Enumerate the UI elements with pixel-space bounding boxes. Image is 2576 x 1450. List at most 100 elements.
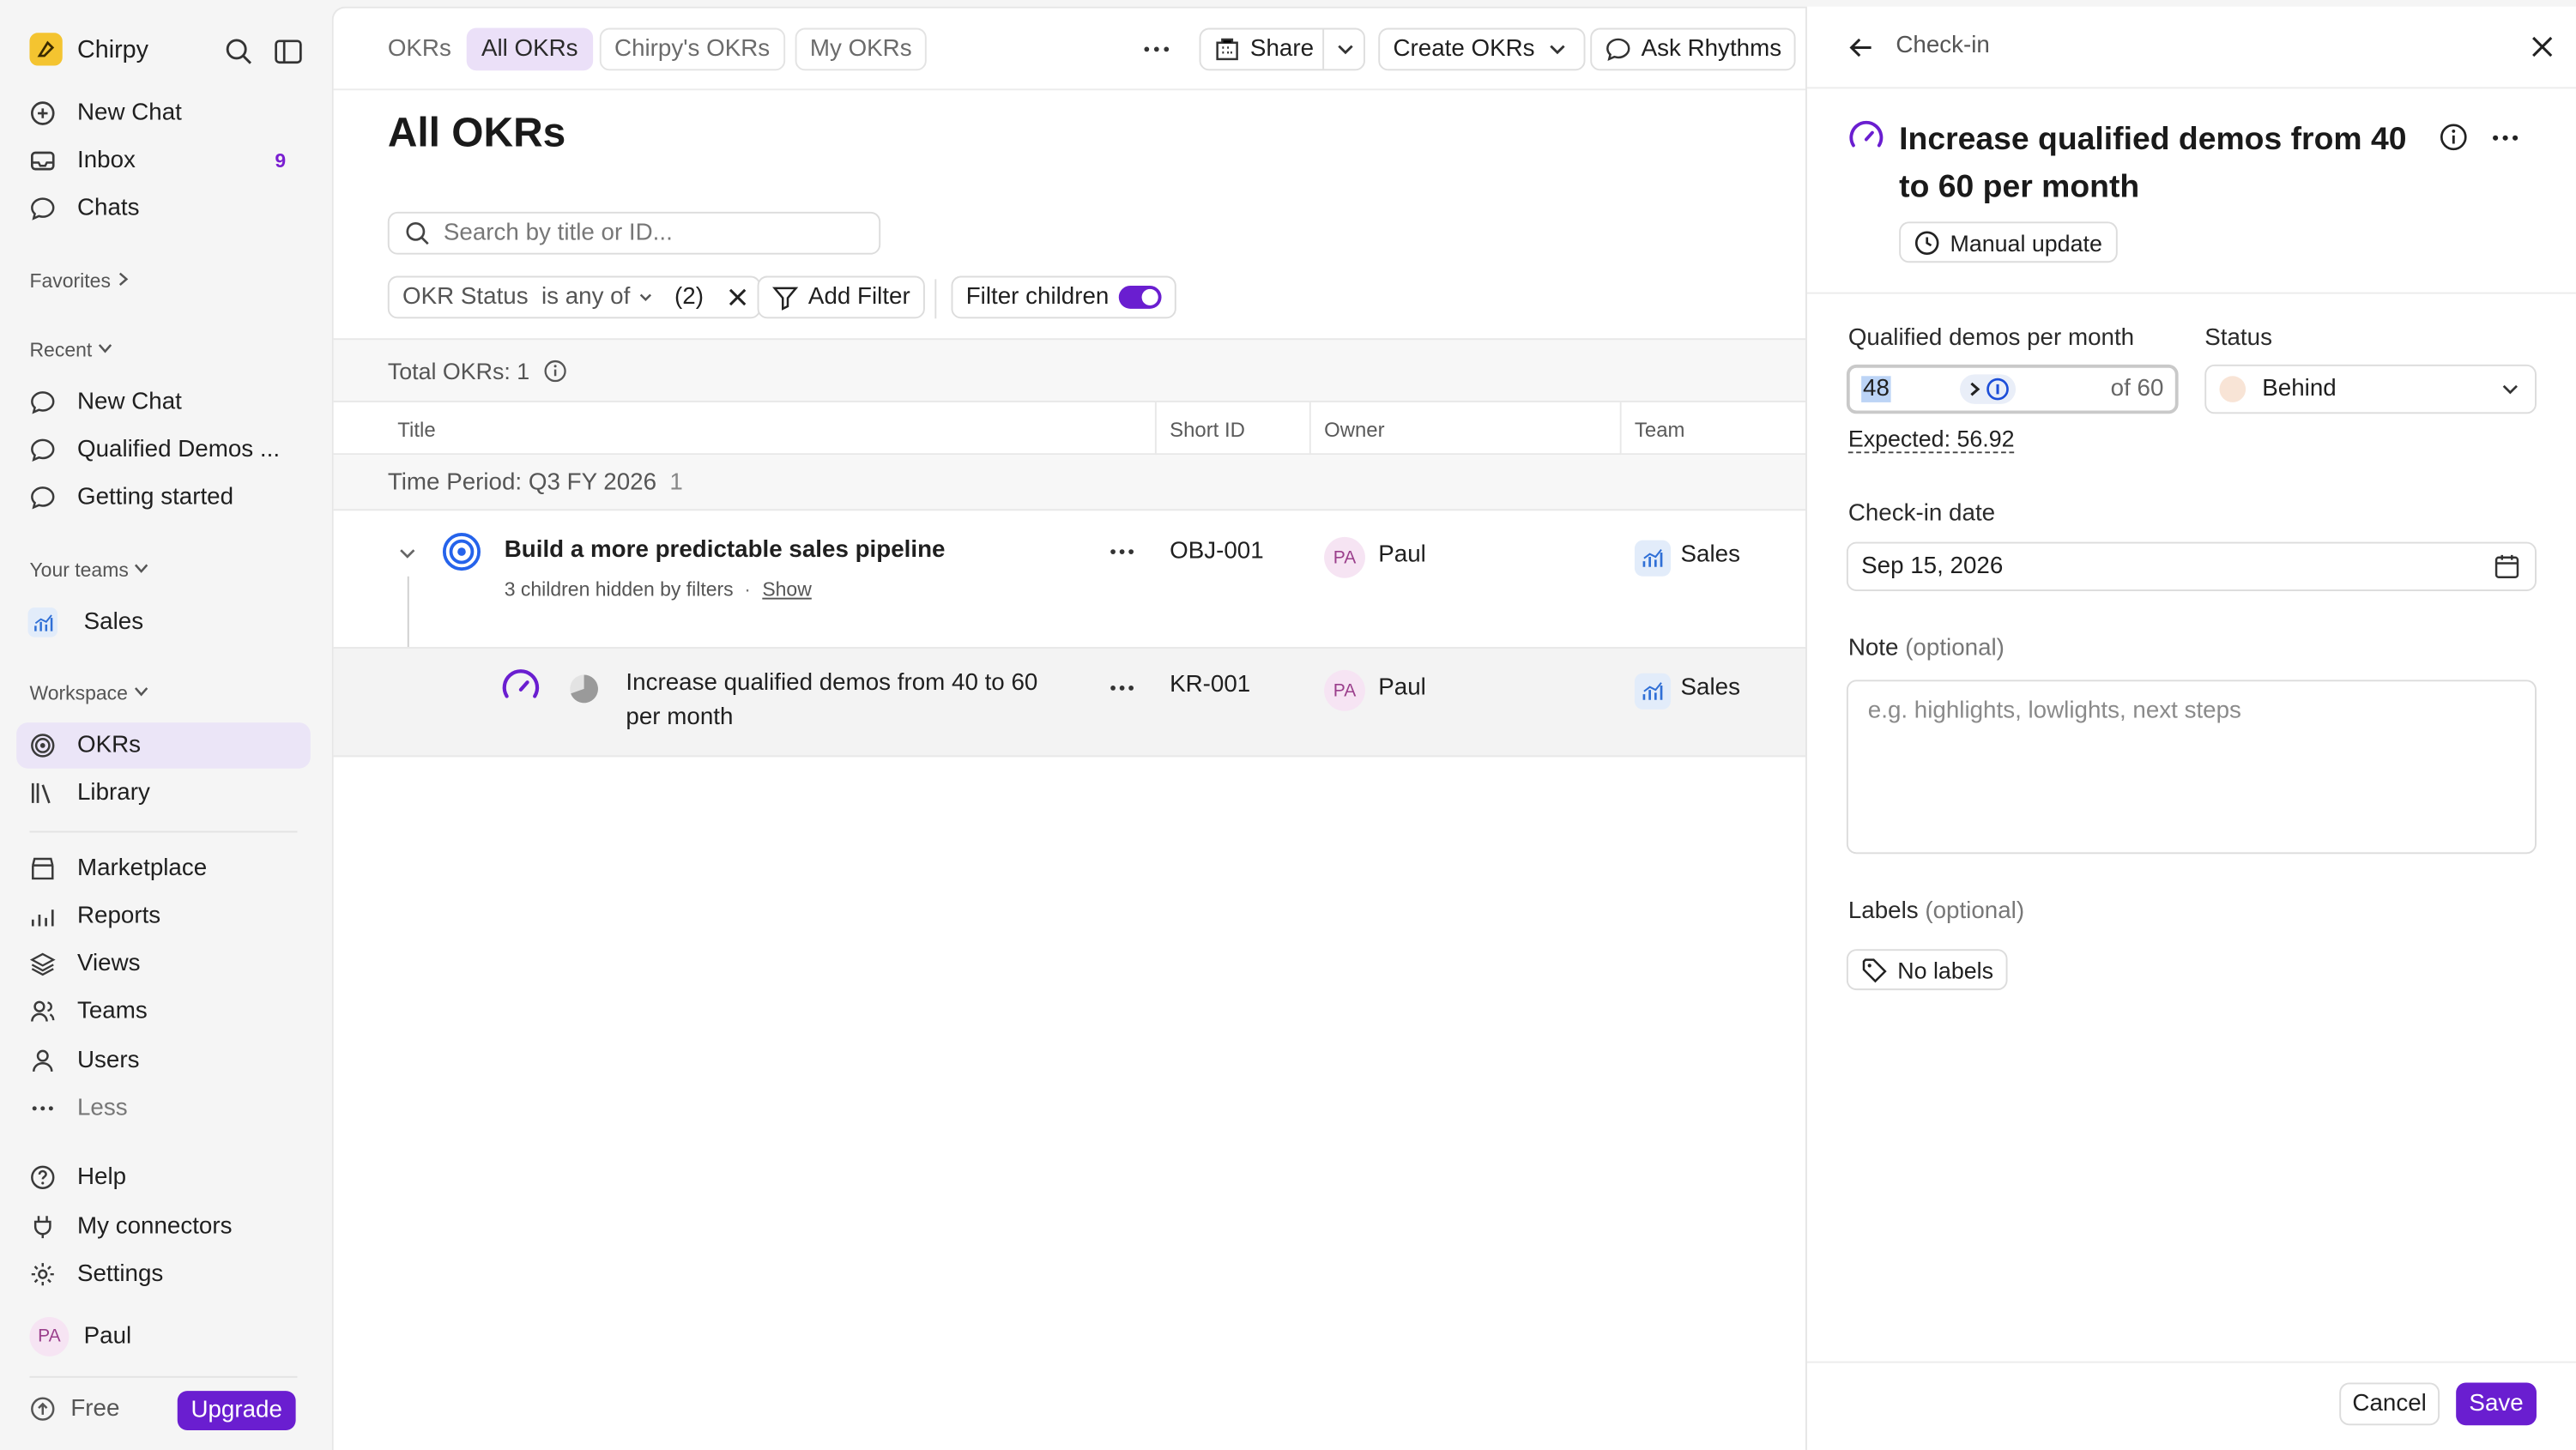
sidebar-item-label: New Chat <box>76 389 182 416</box>
okr-title-line-2[interactable]: per month <box>626 704 733 731</box>
row-more-icon[interactable] <box>1109 547 1135 556</box>
row-more-icon[interactable] <box>1109 683 1135 692</box>
sidebar-item-team-sales[interactable]: Sales <box>16 600 311 646</box>
recent-item-qualified-demos[interactable]: Qualified Demos ... <box>16 427 311 474</box>
workspace-switcher[interactable]: Chirpy <box>29 33 148 66</box>
target-icon <box>29 733 56 759</box>
section-label: Workspace <box>29 681 128 705</box>
recent-item-getting-started[interactable]: Getting started <box>16 474 311 521</box>
share-button[interactable]: Share <box>1250 36 1314 63</box>
update-type-chip[interactable]: Manual update <box>1899 221 2118 263</box>
sidebar-item-teams[interactable]: Teams <box>16 988 311 1035</box>
avatar: PA <box>1324 669 1365 711</box>
table-row[interactable]: Build a more predictable sales pipeline … <box>334 511 1807 647</box>
info-icon[interactable] <box>544 359 567 382</box>
show-children-link[interactable]: Show <box>762 578 811 601</box>
app-window: Chirpy New Chat Inbox 9 Chats Favorites … <box>0 0 2576 1450</box>
favorites-section-toggle[interactable]: Favorites <box>29 269 131 293</box>
sidebar-toggle-icon[interactable] <box>275 38 303 66</box>
upgrade-button[interactable]: Upgrade <box>177 1391 296 1431</box>
sidebar-item-help[interactable]: Help <box>16 1154 311 1200</box>
close-icon[interactable] <box>727 286 750 309</box>
column-header-short-id[interactable]: Short ID <box>1170 419 1245 442</box>
ask-rhythms-button[interactable]: Ask Rhythms <box>1590 27 1797 71</box>
okr-title[interactable]: Build a more predictable sales pipeline <box>505 537 946 564</box>
add-filter-button[interactable]: Add Filter <box>757 275 925 319</box>
sidebar-item-marketplace[interactable]: Marketplace <box>16 846 311 892</box>
cancel-button[interactable]: Cancel <box>2339 1382 2440 1426</box>
table-row[interactable]: Increase qualified demos from 40 to 60 p… <box>333 647 1807 758</box>
sidebar-item-label: Marketplace <box>76 855 208 882</box>
okr-title-line-1[interactable]: Increase qualified demos from 40 to 60 <box>626 670 1037 697</box>
sidebar-item-label: Users <box>76 1048 140 1074</box>
user-menu[interactable]: PA Paul <box>16 1314 311 1360</box>
update-type-label: Manual update <box>1950 228 2102 256</box>
sidebar-item-settings[interactable]: Settings <box>16 1251 311 1297</box>
sidebar-item-reports[interactable]: Reports <box>16 893 311 939</box>
sidebar-item-label: Teams <box>76 998 148 1025</box>
chevron-down-icon[interactable] <box>396 542 419 565</box>
save-button[interactable]: Save <box>2456 1382 2537 1426</box>
sidebar-item-new-chat[interactable]: New Chat <box>16 90 311 136</box>
column-header-title[interactable]: Title <box>397 419 435 442</box>
check-in-panel: Check-in Increase qualified demos from 4… <box>1805 6 2576 1450</box>
column-header-owner[interactable]: Owner <box>1324 419 1385 442</box>
more-options-icon[interactable] <box>2490 133 2519 142</box>
tab-okrs[interactable]: OKRs <box>373 28 466 71</box>
progress-pie-icon <box>568 674 599 704</box>
back-arrow-icon[interactable] <box>1848 34 1875 61</box>
sidebar-item-my-connectors[interactable]: My connectors <box>16 1204 311 1250</box>
sidebar-item-label: Qualified Demos ... <box>76 437 281 463</box>
expected-value[interactable]: Expected: 56.92 <box>1847 426 2015 454</box>
chevron-down-icon[interactable] <box>1333 36 1359 63</box>
column-header-team[interactable]: Team <box>1635 419 1685 442</box>
recent-section-toggle[interactable]: Recent <box>29 338 113 361</box>
top-toolbar: OKRs All OKRs Chirpy's OKRs My OKRs Shar… <box>333 9 1807 91</box>
note-textarea[interactable]: e.g. highlights, lowlights, next steps <box>1846 680 2537 855</box>
labels-picker[interactable]: No labels <box>1846 949 2009 991</box>
chirpy-logo-icon <box>29 33 63 66</box>
close-icon[interactable] <box>2530 34 2555 59</box>
filter-children-toggle[interactable]: Filter children <box>951 275 1176 319</box>
sidebar-item-library[interactable]: Library <box>16 770 311 817</box>
your-teams-section-toggle[interactable]: Your teams <box>29 559 149 582</box>
workspace-section-toggle[interactable]: Workspace <box>29 681 148 704</box>
calendar-icon[interactable] <box>2494 553 2520 580</box>
sidebar-item-users[interactable]: Users <box>16 1038 311 1084</box>
sidebar-item-chats[interactable]: Chats <box>16 185 311 232</box>
main-content: OKRs All OKRs Chirpy's OKRs My OKRs Shar… <box>331 6 1807 1450</box>
tag-icon <box>1861 957 1888 983</box>
sidebar-item-okrs[interactable]: OKRs <box>16 722 311 769</box>
panel-header: Check-in <box>1806 7 2576 89</box>
search-icon[interactable] <box>225 38 253 66</box>
sidebar-item-less[interactable]: Less <box>16 1085 311 1132</box>
check-in-date-value: Sep 15, 2026 <box>1861 553 2004 580</box>
tab-chirpys-okrs[interactable]: Chirpy's OKRs <box>599 27 785 71</box>
sidebar-item-inbox[interactable]: Inbox 9 <box>16 138 311 184</box>
recent-item-new-chat[interactable]: New Chat <box>16 379 311 426</box>
metric-value-input[interactable]: 48 of 60 <box>1846 364 2179 414</box>
more-icon <box>29 1096 56 1122</box>
sidebar-item-label: Reports <box>76 903 161 930</box>
sidebar-item-label: Inbox <box>76 148 136 174</box>
owner-name: Paul <box>1378 674 1426 702</box>
search-input[interactable]: Search by title or ID... <box>387 211 881 255</box>
sidebar-item-label: OKRs <box>76 732 142 759</box>
time-period-group-header[interactable]: Time Period: Q3 FY 2026 1 <box>333 455 1807 511</box>
check-in-date-input[interactable]: Sep 15, 2026 <box>1846 541 2537 592</box>
status-select[interactable]: Behind <box>2204 364 2537 414</box>
sidebar-item-views[interactable]: Views <box>16 941 311 988</box>
filter-icon <box>772 284 799 311</box>
new-chat-icon <box>29 100 56 127</box>
tab-all-okrs[interactable]: All OKRs <box>466 27 593 71</box>
tab-my-okrs[interactable]: My OKRs <box>795 27 927 71</box>
chat-bubble-icon <box>29 196 56 222</box>
okr-status-filter[interactable]: OKR Status is any of (2) <box>387 275 761 319</box>
optional-hint: (optional) <box>1925 897 2025 925</box>
create-okrs-button[interactable]: Create OKRs <box>1378 27 1586 71</box>
quick-increment-icon[interactable] <box>1959 374 2017 404</box>
more-options-icon[interactable] <box>1142 36 1171 63</box>
filter-children-label: Filter children <box>965 284 1110 311</box>
note-label: Note (optional) <box>1848 636 2005 662</box>
info-icon[interactable] <box>2440 124 2468 152</box>
